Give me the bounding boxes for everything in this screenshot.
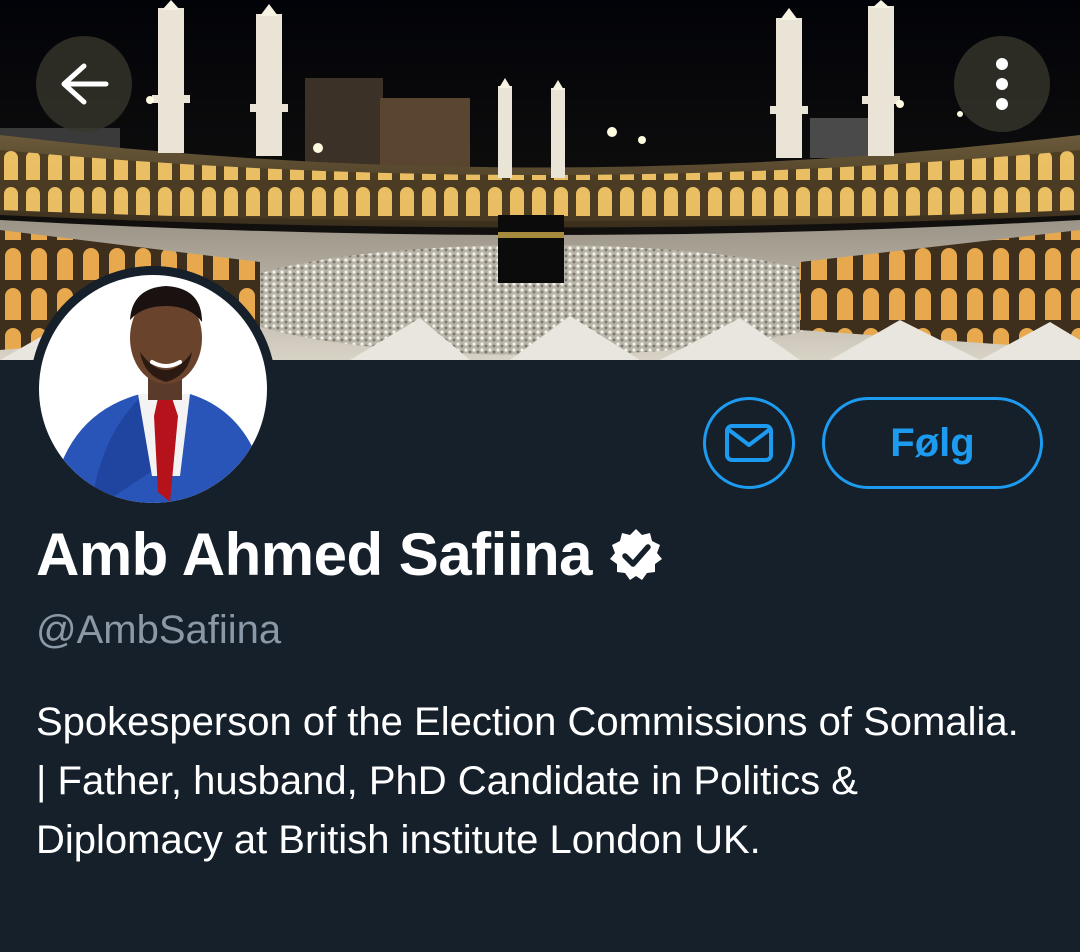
display-name: Amb Ahmed Safiina	[36, 521, 593, 588]
follow-button[interactable]: Følg	[822, 397, 1043, 489]
profile-page: Følg Amb Ahmed Safiina @AmbSafiina Spoke…	[0, 0, 1080, 952]
verified-badge-icon[interactable]	[608, 527, 664, 583]
profile-bio: Spokesperson of the Election Commissions…	[36, 700, 1019, 862]
envelope-icon	[725, 424, 773, 462]
profile-avatar[interactable]	[30, 266, 276, 512]
more-vertical-icon	[996, 58, 1008, 110]
message-button[interactable]	[703, 397, 795, 489]
profile-handle: @AmbSafiina	[36, 608, 282, 652]
more-options-button[interactable]	[954, 36, 1050, 132]
arrow-left-icon	[61, 63, 109, 105]
back-button[interactable]	[36, 36, 132, 132]
display-name-row: Amb Ahmed Safiina	[36, 520, 664, 589]
follow-button-label: Følg	[890, 420, 975, 465]
